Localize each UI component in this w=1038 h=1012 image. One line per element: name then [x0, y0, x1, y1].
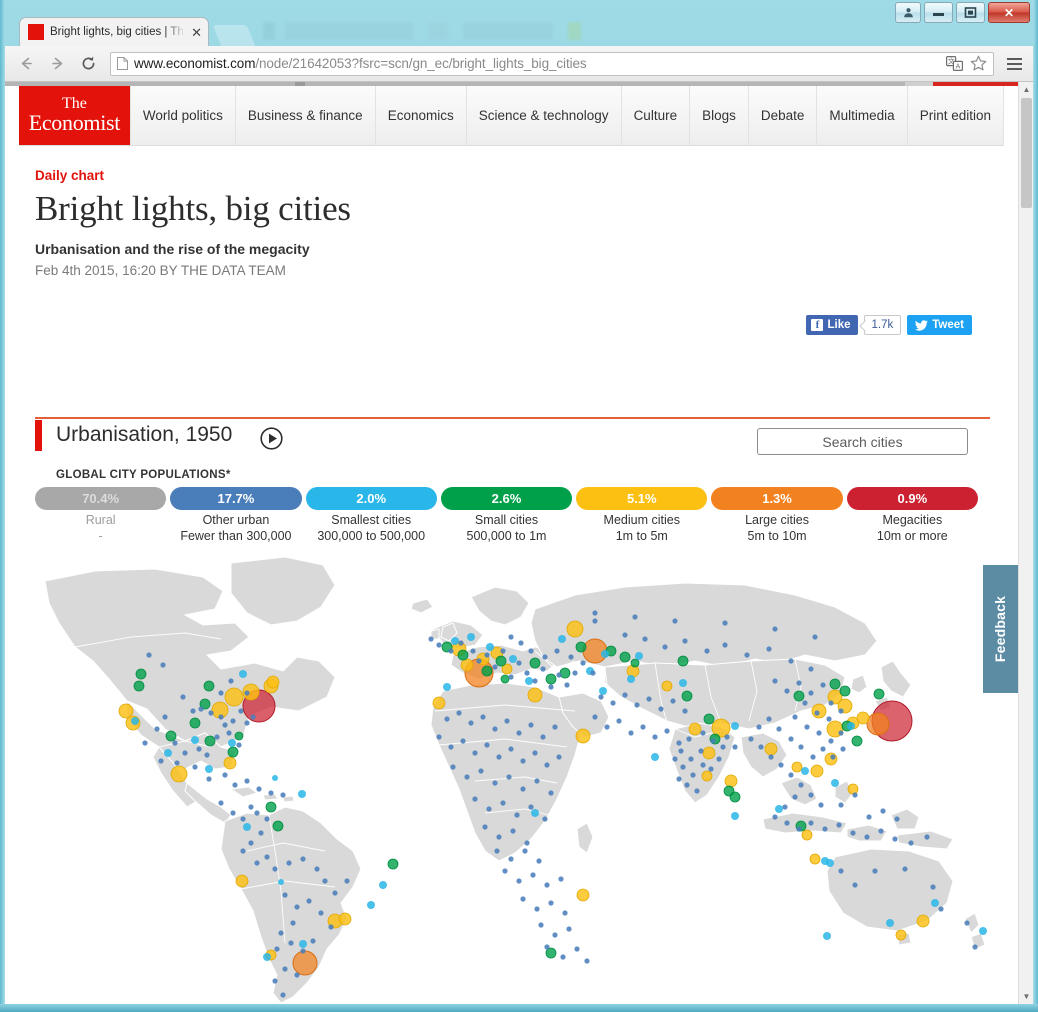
nav-item-multimedia[interactable]: Multimedia	[817, 85, 908, 146]
legend-range: 10m or more	[876, 528, 948, 543]
legend: 70.4% Rural - 17.7% Other urban Fewer th…	[35, 487, 978, 544]
world-map[interactable]	[35, 551, 990, 1004]
legend-pill: 17.7%	[170, 487, 302, 510]
legend-item-large-cities[interactable]: 1.3% Large cities 5m to 10m	[711, 487, 843, 544]
facebook-icon: f	[811, 319, 824, 331]
legend-range: 5m to 10m	[747, 528, 807, 543]
tab-strip: Bright lights, big cities | Th ✕	[5, 17, 1033, 46]
nav-item-science-technology[interactable]: Science & technology	[467, 85, 622, 146]
window-frame-bottom	[0, 1004, 1038, 1012]
nav-item-print-edition[interactable]: Print edition	[908, 85, 1004, 146]
module-title: Urbanisation, 1950	[56, 423, 233, 446]
translate-icon[interactable]: 文 A	[946, 56, 963, 71]
twitter-bird-icon	[915, 319, 929, 331]
browser-window: ✕ Bright lights, big cities | Th ✕ www.e…	[0, 0, 1038, 1012]
legend-label: Other urban	[202, 513, 270, 527]
article-subhead: Urbanisation and the rise of the megacit…	[35, 241, 310, 257]
nav-item-blogs[interactable]: Blogs	[690, 85, 749, 146]
module-top-rule	[35, 417, 990, 419]
window-frame-right	[1033, 0, 1038, 1012]
social-share-bar: f Like 1.7k Tweet	[806, 315, 972, 335]
article-header: Daily chart Bright lights, big cities Ur…	[19, 146, 1004, 278]
reload-icon[interactable]	[75, 51, 101, 77]
omnibox-icons: 文 A	[946, 55, 987, 72]
legend-range: -	[98, 528, 103, 543]
legend-label: Rural	[85, 513, 116, 527]
legend-label: Medium cities	[603, 513, 680, 527]
scroll-down-icon[interactable]: ▼	[1019, 989, 1033, 1004]
logo-line-2: Economist	[28, 110, 121, 136]
address-bar[interactable]: www.economist.com/node/21642053?fsrc=scn…	[110, 51, 994, 76]
legend-pill: 0.9%	[846, 487, 978, 510]
legend-pill: 2.0%	[305, 487, 437, 510]
tab-title: Bright lights, big cities | Th	[50, 26, 184, 38]
browser-tab-active[interactable]: Bright lights, big cities | Th ✕	[19, 17, 209, 46]
legend-range: 300,000 to 500,000	[317, 528, 426, 543]
legend-range: 500,000 to 1m	[466, 528, 547, 543]
map-svg	[44, 556, 987, 1004]
browser-toolbar: www.economist.com/node/21642053?fsrc=scn…	[5, 46, 1033, 82]
page-content: The Economist World politics Business & …	[5, 85, 1018, 1004]
legend-item-rural[interactable]: 70.4% Rural -	[35, 487, 167, 544]
vertical-scrollbar[interactable]: ▲ ▼	[1018, 82, 1033, 1004]
new-tab-button[interactable]	[212, 25, 256, 46]
legend-item-smallest-cities[interactable]: 2.0% Smallest cities 300,000 to 500,000	[305, 487, 437, 544]
page-icon	[117, 57, 128, 70]
feedback-label: Feedback	[992, 595, 1009, 663]
economist-logo[interactable]: The Economist	[19, 86, 130, 145]
back-arrow-icon[interactable]	[13, 51, 39, 77]
legend-label: Small cities	[474, 513, 539, 527]
legend-item-medium-cities[interactable]: 5.1% Medium cities 1m to 5m	[576, 487, 708, 544]
legend-range: 1m to 5m	[615, 528, 668, 543]
page-title: Bright lights, big cities	[35, 189, 351, 228]
facebook-like-button[interactable]: f Like	[806, 315, 858, 335]
facebook-like-count: 1.7k	[863, 315, 902, 335]
site-masthead: The Economist World politics Business & …	[19, 85, 1004, 146]
background-window-hint	[263, 22, 613, 40]
legend-item-other-urban[interactable]: 17.7% Other urban Fewer than 300,000	[170, 487, 302, 544]
hamburger-menu-icon[interactable]	[1003, 52, 1025, 76]
legend-label: Large cities	[745, 513, 810, 527]
legend-pill: 70.4%	[35, 487, 167, 510]
favicon-icon	[28, 24, 44, 40]
forward-arrow-icon[interactable]	[44, 51, 70, 77]
module-accent-bar	[35, 420, 42, 451]
legend-pill: 5.1%	[576, 487, 708, 510]
feedback-tab[interactable]: Feedback	[983, 565, 1018, 693]
scroll-up-icon[interactable]: ▲	[1019, 82, 1033, 97]
site-nav: World politics Business & finance Econom…	[129, 85, 1004, 146]
play-circle-icon[interactable]	[260, 427, 283, 450]
legend-item-megacities[interactable]: 0.9% Megacities 10m or more	[846, 487, 978, 544]
map-landmasses	[44, 556, 986, 1004]
legend-label: Megacities	[882, 513, 943, 527]
twitter-tweet-label: Tweet	[932, 319, 964, 331]
legend-caption: GLOBAL CITY POPULATIONS*	[56, 469, 231, 481]
svg-text:A: A	[956, 63, 961, 70]
search-cities-input[interactable]: Search cities	[757, 428, 968, 455]
legend-item-small-cities[interactable]: 2.6% Small cities 500,000 to 1m	[440, 487, 573, 544]
scrollbar-thumb[interactable]	[1021, 98, 1032, 208]
nav-item-economics[interactable]: Economics	[376, 85, 467, 146]
legend-pill: 2.6%	[440, 487, 573, 510]
url-text: www.economist.com/node/21642053?fsrc=scn…	[134, 56, 587, 71]
nav-item-world-politics[interactable]: World politics	[129, 85, 236, 146]
page-viewport: ▲ ▼ The Economist World politics Busines…	[5, 82, 1033, 1004]
legend-range: Fewer than 300,000	[180, 528, 292, 543]
facebook-like-label: Like	[827, 319, 851, 331]
nav-item-culture[interactable]: Culture	[622, 85, 691, 146]
article-kicker[interactable]: Daily chart	[35, 168, 1004, 183]
star-icon[interactable]	[970, 55, 987, 72]
nav-item-debate[interactable]: Debate	[749, 85, 818, 146]
nav-item-business-finance[interactable]: Business & finance	[236, 85, 376, 146]
legend-pill: 1.3%	[711, 487, 843, 510]
article-byline: Feb 4th 2015, 16:20 BY THE DATA TEAM	[35, 263, 286, 278]
legend-label: Smallest cities	[331, 513, 412, 527]
twitter-tweet-button[interactable]: Tweet	[907, 315, 972, 335]
tab-close-icon[interactable]: ✕	[191, 26, 202, 39]
